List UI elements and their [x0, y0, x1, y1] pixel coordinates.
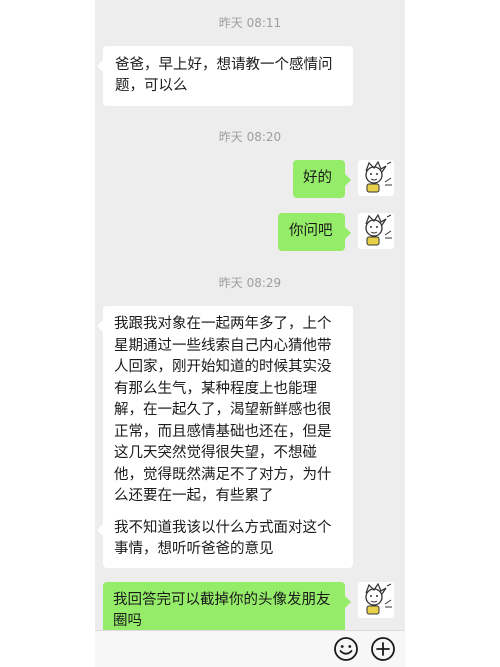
timestamp-2: 昨天 08:20: [218, 130, 282, 144]
message-incoming-1[interactable]: 爸爸，早上好，想请教一个感情问题，可以么: [97, 46, 353, 106]
user-avatar[interactable]: [358, 160, 394, 196]
timestamp-3: 昨天 08:29: [218, 276, 282, 290]
user-avatar[interactable]: [358, 582, 394, 618]
message-incoming-3[interactable]: 我不知道我该以什么方式面对这个事情，想听听爸爸的意见: [97, 510, 353, 568]
user-avatar[interactable]: [358, 213, 394, 249]
message-outgoing-1[interactable]: 好的: [293, 160, 351, 198]
plus-icon[interactable]: [370, 636, 396, 662]
smiley-icon[interactable]: [333, 636, 359, 662]
message-incoming-2[interactable]: 我跟我对象在一起两年多了，上个星期通过一些线索自己内心猜他带人回家，刚开始知道的…: [97, 306, 353, 516]
timestamp-1: 昨天 08:11: [218, 16, 282, 30]
input-toolbar: [95, 630, 405, 667]
message-outgoing-2[interactable]: 你问吧: [278, 213, 351, 251]
sketch-avatar-icon: [365, 160, 392, 193]
sketch-avatar-icon: [365, 213, 392, 246]
sketch-avatar-icon: [365, 582, 392, 615]
chat-window: 昨天 08:11 爸爸，早上好，想请教一个感情问题，可以么 昨天 08:20 好…: [95, 0, 405, 667]
